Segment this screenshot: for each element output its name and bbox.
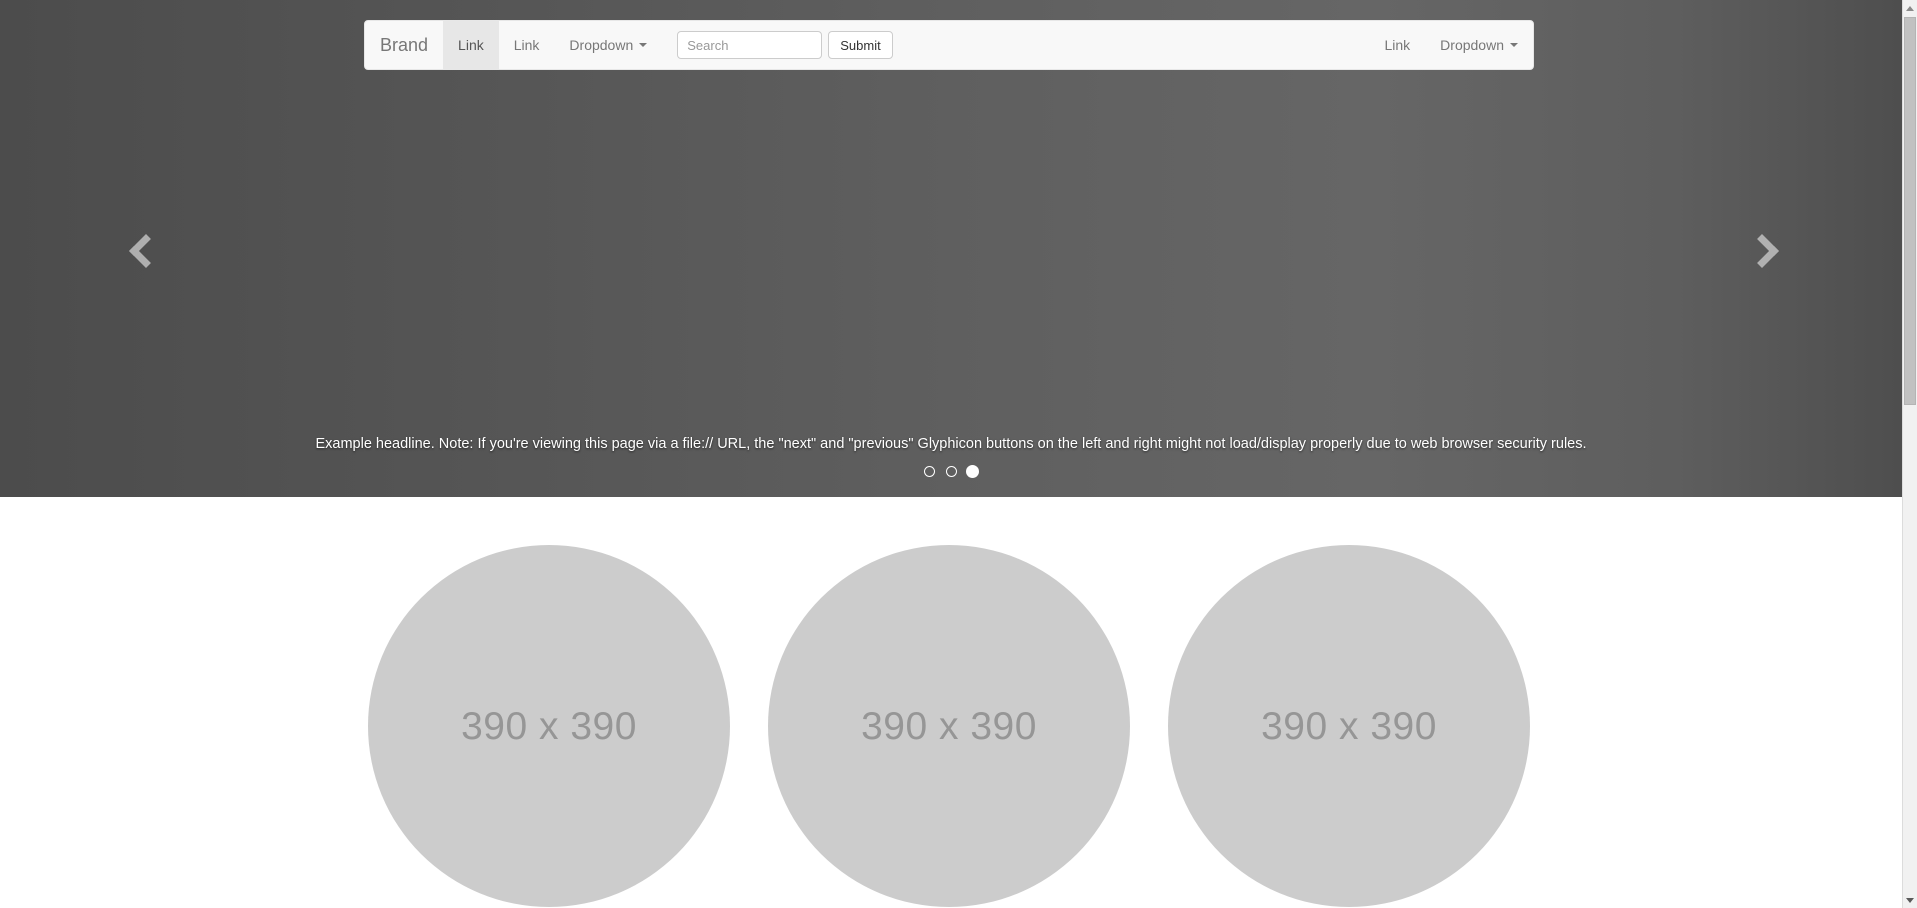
nav-link-2-label: Link [513,37,540,53]
carousel-indicator-3[interactable] [965,465,979,479]
nav-link-right-label: Link [1384,37,1411,53]
page-root: Example headline. Note: If you're viewin… [0,0,1917,908]
navbar-left-group: Brand Link Link Dropdown Submit [365,21,908,69]
nav-link-right[interactable]: Link [1369,21,1425,69]
carousel-prev-control[interactable] [0,0,413,497]
submit-button[interactable]: Submit [828,31,893,59]
nav-link-1[interactable]: Link [443,21,499,69]
scrollbar-down-button[interactable] [1903,892,1917,908]
carousel-caption-text: Example headline. Note: If you're viewin… [315,435,1587,452]
page-scrollbar[interactable] [1902,0,1917,908]
placeholder-thumbnail-1: 390 x 390 [368,545,730,907]
carousel-next-control[interactable] [1489,0,1902,497]
navbar-search-form: Submit [662,21,907,69]
chevron-down-icon [1510,43,1518,47]
nav-dropdown-left[interactable]: Dropdown [554,21,662,69]
navbar-right-group: Link Dropdown [1369,21,1533,69]
scrollbar-up-button[interactable] [1903,0,1917,16]
marketing-column-1: 390 x 390 [364,497,734,907]
carousel-caption: Example headline. Note: If you're viewin… [285,435,1616,455]
carousel-indicator-2[interactable] [945,466,957,478]
marketing-section: 390 x 390 390 x 390 390 x 390 [364,497,1534,907]
carousel: Example headline. Note: If you're viewin… [0,0,1902,497]
nav-dropdown-right[interactable]: Dropdown [1425,21,1533,69]
placeholder-thumbnail-2: 390 x 390 [768,545,1130,907]
navbar-brand[interactable]: Brand [365,21,443,69]
chevron-down-icon [639,43,648,47]
search-input[interactable] [677,31,823,59]
carousel-indicators [0,463,1902,481]
scrollbar-thumb[interactable] [1904,17,1916,405]
nav-dropdown-right-label: Dropdown [1440,37,1504,53]
chevron-left-icon [128,234,158,264]
nav-link-1-label: Link [458,37,484,53]
chevron-right-icon [1744,234,1774,264]
scroll-down-arrow-icon [1906,897,1914,903]
navbar: Brand Link Link Dropdown Submit Link Dro… [364,20,1534,70]
placeholder-thumbnail-3: 390 x 390 [1168,545,1530,907]
nav-dropdown-left-label: Dropdown [569,37,634,53]
scroll-up-arrow-icon [1906,5,1914,11]
nav-link-2[interactable]: Link [499,21,555,69]
marketing-column-2: 390 x 390 [764,497,1134,907]
carousel-indicator-1[interactable] [924,466,936,478]
marketing-column-3: 390 x 390 [1164,497,1534,907]
